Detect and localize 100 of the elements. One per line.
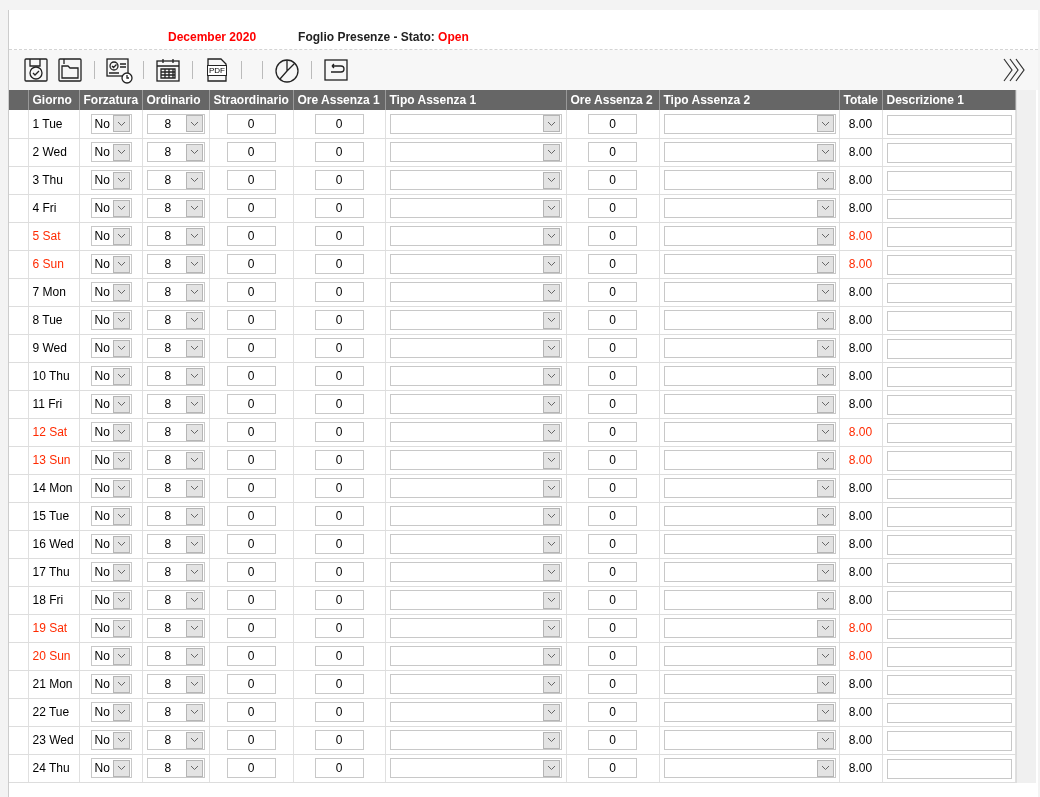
dropdown-field[interactable]: No xyxy=(90,674,132,694)
input-field[interactable]: 0 xyxy=(226,674,276,694)
input-field[interactable]: 0 xyxy=(588,310,637,330)
dropdown-field[interactable] xyxy=(663,198,836,218)
input-field[interactable]: 0 xyxy=(314,338,364,358)
dropdown-field[interactable] xyxy=(663,618,836,638)
input-field[interactable] xyxy=(886,114,1012,135)
input-field[interactable]: 0 xyxy=(226,113,276,134)
dropdown-field[interactable]: No xyxy=(90,170,132,190)
dropdown-field[interactable]: 8 xyxy=(146,450,205,470)
input-field[interactable]: 0 xyxy=(314,450,364,470)
dropdown-field[interactable] xyxy=(389,618,562,638)
input-field[interactable]: 0 xyxy=(588,730,637,750)
dropdown-field[interactable]: No xyxy=(90,618,132,638)
dropdown-field[interactable]: 8 xyxy=(146,646,205,666)
dropdown-field[interactable]: No xyxy=(90,338,132,358)
input-field[interactable]: 0 xyxy=(588,562,637,582)
input-field[interactable] xyxy=(886,171,1012,191)
calendar-icon[interactable] xyxy=(154,56,182,84)
input-field[interactable]: 0 xyxy=(314,142,364,162)
input-field[interactable]: 0 xyxy=(588,198,637,218)
dropdown-field[interactable]: No xyxy=(90,478,132,498)
pie-chart-icon[interactable] xyxy=(273,56,301,84)
dropdown-field[interactable] xyxy=(663,478,836,498)
input-field[interactable]: 0 xyxy=(226,618,276,638)
input-field[interactable]: 0 xyxy=(314,534,364,554)
dropdown-field[interactable]: 8 xyxy=(146,142,205,162)
dropdown-field[interactable] xyxy=(663,506,836,526)
input-field[interactable]: 0 xyxy=(588,366,637,386)
dropdown-field[interactable]: 8 xyxy=(146,366,205,386)
input-field[interactable]: 0 xyxy=(314,394,364,414)
dropdown-field[interactable] xyxy=(663,590,836,610)
input-field[interactable]: 0 xyxy=(314,113,364,134)
input-field[interactable]: 0 xyxy=(226,366,276,386)
input-field[interactable]: 0 xyxy=(226,450,276,470)
dropdown-field[interactable] xyxy=(663,254,836,274)
input-field[interactable]: 0 xyxy=(588,758,637,778)
dropdown-field[interactable] xyxy=(389,702,562,722)
dropdown-field[interactable] xyxy=(389,758,562,778)
dropdown-field[interactable] xyxy=(663,366,836,386)
dropdown-field[interactable] xyxy=(663,226,836,246)
input-field[interactable]: 0 xyxy=(226,282,276,302)
input-field[interactable]: 0 xyxy=(226,170,276,190)
dropdown-field[interactable]: 8 xyxy=(146,562,205,582)
dropdown-field[interactable]: No xyxy=(90,730,132,750)
input-field[interactable] xyxy=(886,535,1012,555)
input-field[interactable]: 0 xyxy=(588,113,637,134)
input-field[interactable]: 0 xyxy=(314,422,364,442)
dropdown-field[interactable] xyxy=(389,534,562,554)
dropdown-field[interactable]: No xyxy=(90,113,132,134)
dropdown-field[interactable] xyxy=(389,590,562,610)
input-field[interactable] xyxy=(886,339,1012,359)
dropdown-field[interactable]: 8 xyxy=(146,534,205,554)
document-clock-icon[interactable] xyxy=(105,56,133,84)
input-field[interactable]: 0 xyxy=(314,226,364,246)
input-field[interactable]: 0 xyxy=(226,198,276,218)
input-field[interactable] xyxy=(886,591,1012,611)
input-field[interactable]: 0 xyxy=(314,674,364,694)
input-field[interactable]: 0 xyxy=(226,310,276,330)
dropdown-field[interactable]: No xyxy=(90,282,132,302)
dropdown-field[interactable]: No xyxy=(90,142,132,162)
input-field[interactable]: 0 xyxy=(588,674,637,694)
dropdown-field[interactable]: 8 xyxy=(146,478,205,498)
dropdown-field[interactable] xyxy=(663,674,836,694)
input-field[interactable]: 0 xyxy=(314,198,364,218)
dropdown-field[interactable]: No xyxy=(90,422,132,442)
input-field[interactable] xyxy=(886,759,1012,779)
dropdown-field[interactable] xyxy=(663,310,836,330)
dropdown-field[interactable] xyxy=(663,170,836,190)
input-field[interactable] xyxy=(886,563,1012,583)
scrollbar[interactable] xyxy=(1015,90,1036,783)
input-field[interactable]: 0 xyxy=(226,758,276,778)
dropdown-field[interactable]: No xyxy=(90,758,132,778)
input-field[interactable]: 0 xyxy=(588,338,637,358)
input-field[interactable]: 0 xyxy=(226,506,276,526)
input-field[interactable]: 0 xyxy=(588,254,637,274)
input-field[interactable] xyxy=(886,367,1012,387)
dropdown-field[interactable]: 8 xyxy=(146,338,205,358)
dropdown-field[interactable] xyxy=(389,450,562,470)
dropdown-field[interactable] xyxy=(663,422,836,442)
input-field[interactable]: 0 xyxy=(588,534,637,554)
dropdown-field[interactable] xyxy=(663,113,836,134)
dropdown-field[interactable] xyxy=(389,478,562,498)
input-field[interactable]: 0 xyxy=(588,506,637,526)
input-field[interactable]: 0 xyxy=(588,450,637,470)
dropdown-field[interactable] xyxy=(389,113,562,134)
dropdown-field[interactable] xyxy=(663,338,836,358)
input-field[interactable]: 0 xyxy=(314,562,364,582)
dropdown-field[interactable]: 8 xyxy=(146,730,205,750)
input-field[interactable]: 0 xyxy=(314,702,364,722)
input-field[interactable]: 0 xyxy=(226,422,276,442)
dropdown-field[interactable]: No xyxy=(90,226,132,246)
dropdown-field[interactable] xyxy=(663,730,836,750)
input-field[interactable] xyxy=(886,199,1012,219)
dropdown-field[interactable]: 8 xyxy=(146,758,205,778)
input-field[interactable]: 0 xyxy=(226,730,276,750)
dropdown-field[interactable] xyxy=(389,254,562,274)
dropdown-field[interactable]: No xyxy=(90,702,132,722)
input-field[interactable]: 0 xyxy=(314,618,364,638)
input-field[interactable]: 0 xyxy=(226,534,276,554)
